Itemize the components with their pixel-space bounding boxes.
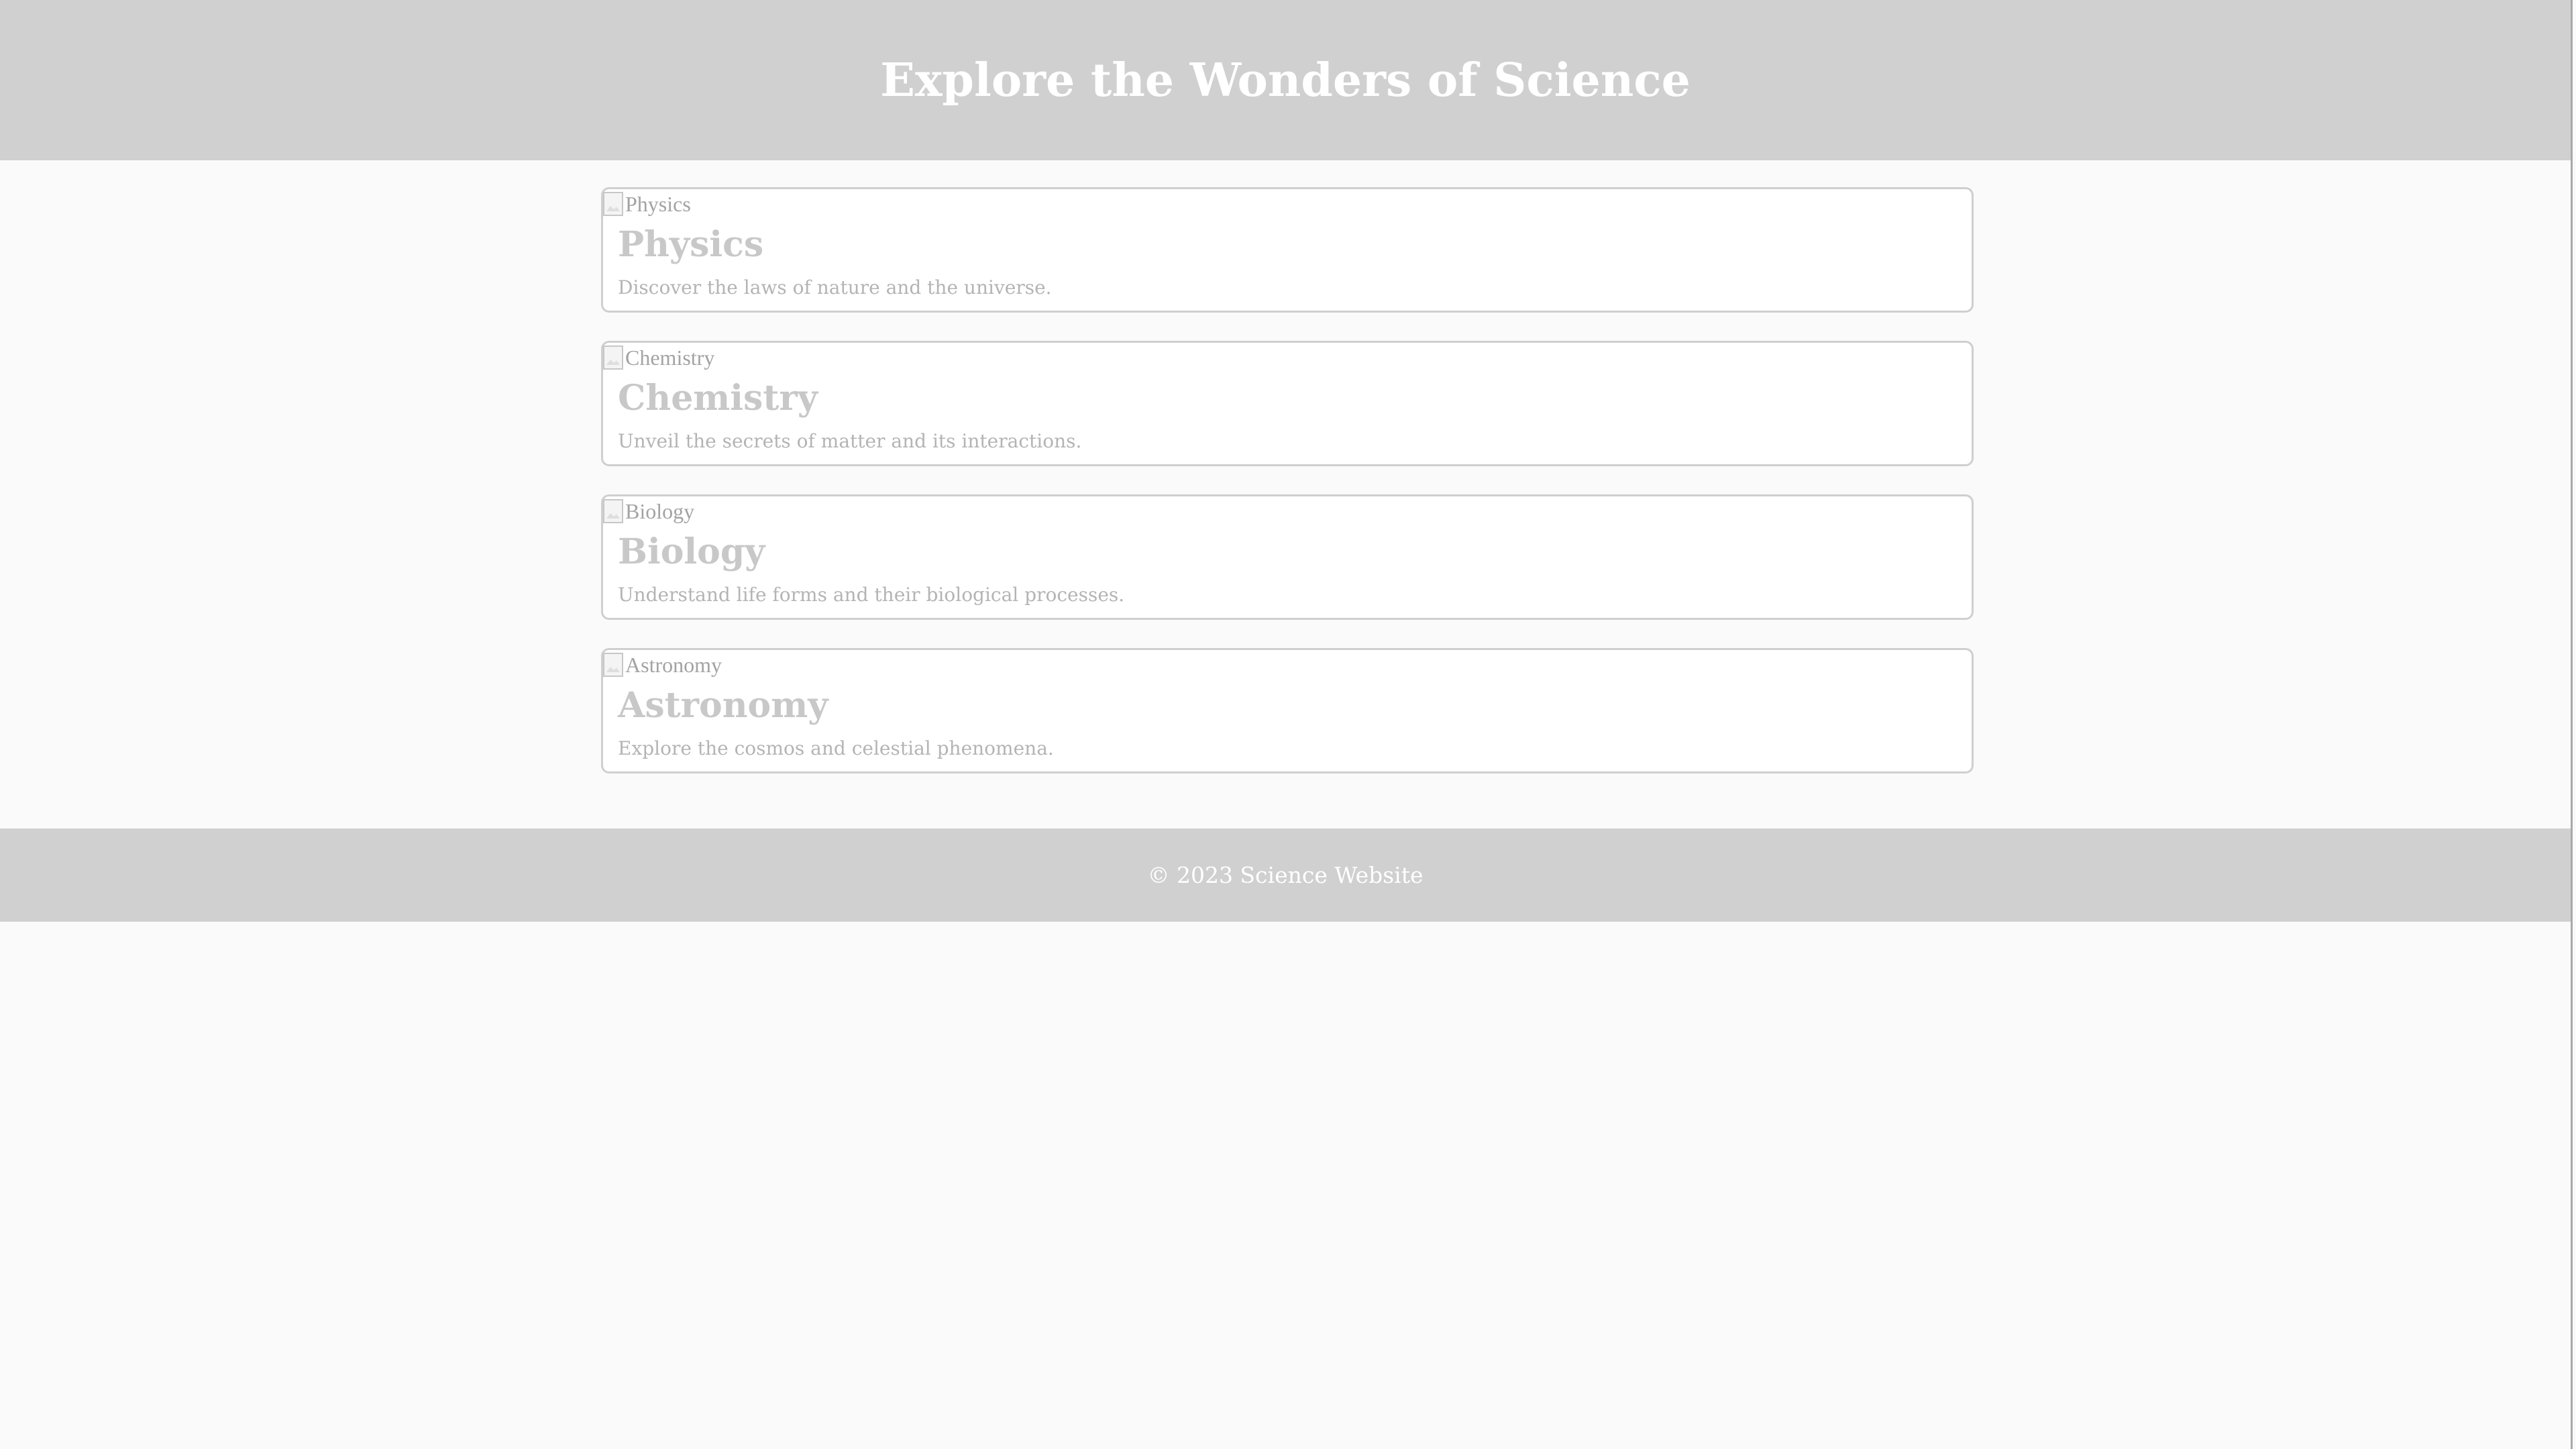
image-alt-text: Physics: [625, 191, 691, 216]
subject-image-physics: Physics: [603, 189, 691, 219]
subject-image-biology: Biology: [603, 496, 694, 526]
broken-image-icon: [603, 499, 623, 523]
subject-description: Unveil the secrets of matter and its int…: [618, 430, 1082, 452]
copyright-text: © 2023 Science Website: [1147, 862, 1424, 888]
subject-description: Understand life forms and their biologic…: [618, 584, 1125, 606]
subject-card-astronomy[interactable]: Astronomy Astronomy Explore the cosmos a…: [601, 648, 1974, 773]
site-header: Explore the Wonders of Science: [0, 0, 2571, 160]
subject-card-chemistry[interactable]: Chemistry Chemistry Unveil the secrets o…: [601, 341, 1974, 466]
subject-card-biology[interactable]: Biology Biology Understand life forms an…: [601, 494, 1974, 620]
subject-card-physics[interactable]: Physics Physics Discover the laws of nat…: [601, 187, 1974, 313]
site-footer: © 2023 Science Website: [0, 828, 2571, 922]
subject-description: Explore the cosmos and celestial phenome…: [618, 737, 1054, 759]
subject-title: Physics: [618, 224, 764, 265]
broken-image-icon: [603, 345, 623, 370]
image-alt-text: Biology: [625, 498, 695, 523]
subject-description: Discover the laws of nature and the univ…: [618, 276, 1052, 299]
window-right-border: [2571, 0, 2576, 1449]
broken-image-icon: [603, 653, 623, 677]
subject-title: Chemistry: [618, 378, 818, 419]
subject-image-chemistry: Chemistry: [603, 343, 714, 372]
image-alt-text: Chemistry: [625, 345, 715, 370]
page-title: Explore the Wonders of Science: [880, 53, 1690, 107]
subject-title: Astronomy: [618, 685, 828, 726]
broken-image-icon: [603, 192, 623, 216]
subject-image-astronomy: Astronomy: [603, 650, 722, 680]
subject-title: Biology: [618, 531, 765, 572]
image-alt-text: Astronomy: [625, 652, 722, 677]
